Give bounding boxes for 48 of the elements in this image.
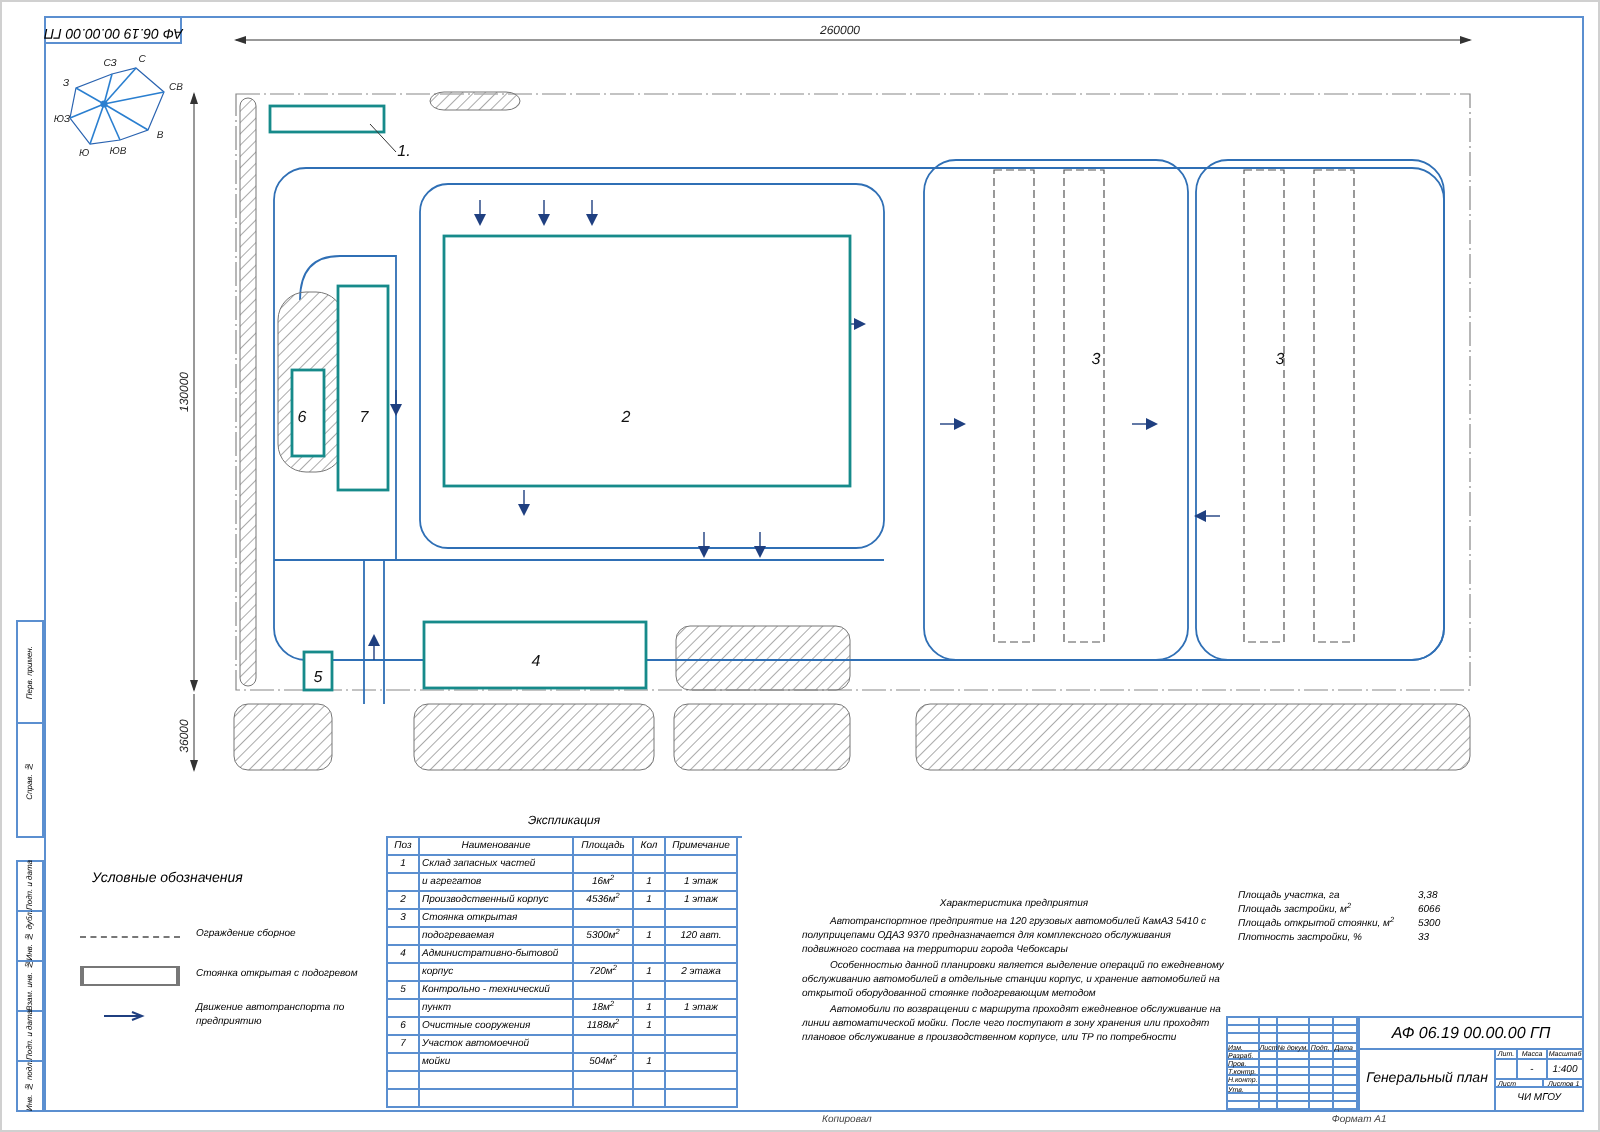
traffic-arrow	[698, 531, 710, 558]
building-number: 7	[359, 408, 369, 426]
table-cell	[634, 856, 666, 874]
traffic-arrow	[1131, 418, 1158, 430]
building-number: 4	[531, 652, 541, 670]
table-cell	[574, 910, 634, 928]
lawn-area	[429, 91, 521, 111]
table-cell	[634, 946, 666, 964]
table-cell	[666, 946, 738, 964]
building-number: 3	[1275, 350, 1285, 368]
traffic-arrow	[586, 199, 598, 226]
fence-symbol	[80, 932, 180, 938]
table-cell	[574, 1072, 634, 1090]
parking-symbol	[80, 965, 180, 985]
table-cell	[666, 1018, 738, 1036]
table-cell	[666, 1036, 738, 1054]
traffic-arrow	[390, 389, 402, 416]
traffic-arrow	[1194, 510, 1221, 522]
table-cell	[574, 856, 634, 874]
traffic-arrow	[518, 489, 530, 516]
traffic-arrow	[754, 531, 766, 558]
table-cell	[574, 946, 634, 964]
traffic-arrow	[939, 418, 966, 430]
table-cell	[666, 982, 738, 1000]
building-outline	[290, 368, 326, 458]
table-cell	[666, 856, 738, 874]
table-cell	[634, 1036, 666, 1054]
table-cell	[666, 1054, 738, 1072]
table-cell	[574, 982, 634, 1000]
building-outline	[268, 104, 386, 134]
table-cell	[574, 1036, 634, 1054]
building-outline	[302, 650, 334, 692]
building-number: 2	[621, 408, 631, 426]
table-cell	[666, 1072, 738, 1090]
building-number: 1.	[397, 142, 411, 160]
building-number: 6	[297, 408, 307, 426]
lawn-area	[233, 703, 333, 771]
table-cell	[666, 910, 738, 928]
table-cell	[634, 910, 666, 928]
building-number: 3	[1091, 350, 1101, 368]
drawing-designation: АФ 06.19 00.00.00 ГП	[1360, 1018, 1582, 1050]
building-number: 5	[313, 668, 323, 686]
table-cell	[634, 982, 666, 1000]
traffic-arrow	[474, 199, 486, 226]
leader-line	[369, 123, 397, 153]
traffic-arrow	[368, 634, 380, 661]
table-cell	[634, 1072, 666, 1090]
traffic-arrow	[538, 199, 550, 226]
